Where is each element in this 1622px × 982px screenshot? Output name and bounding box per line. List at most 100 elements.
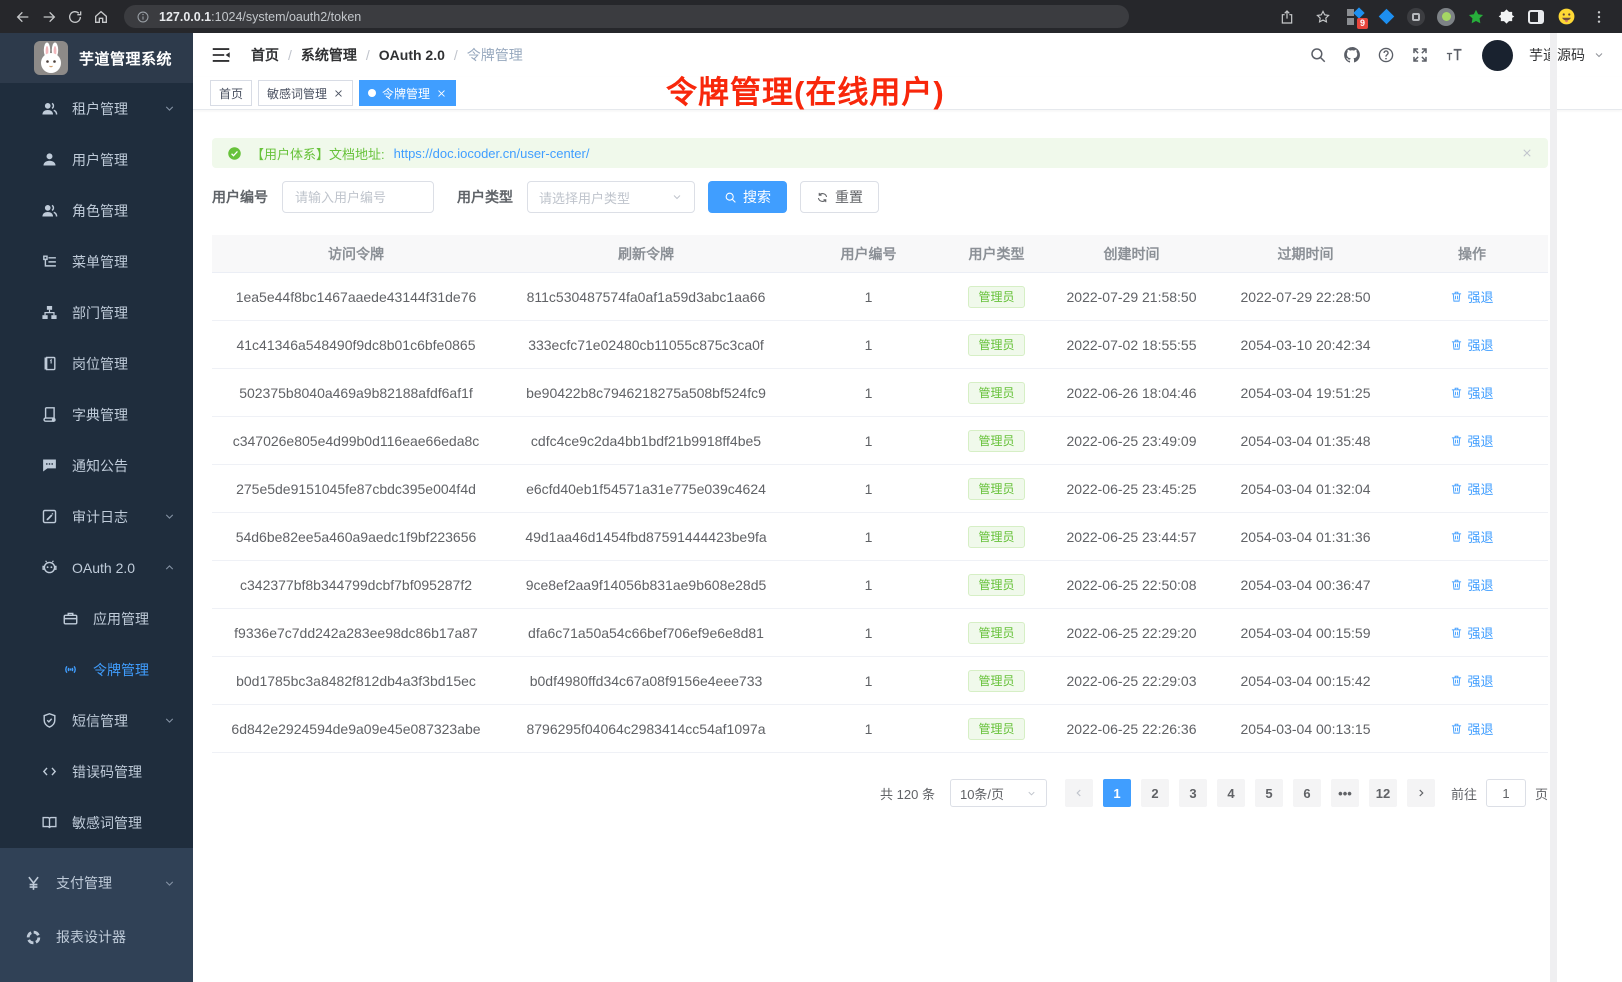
tab-敏感词管理[interactable]: 敏感词管理 xyxy=(258,80,353,106)
browser-reload-icon[interactable] xyxy=(62,5,88,29)
browser-home-icon[interactable] xyxy=(88,5,114,29)
user-menu-caret-icon[interactable] xyxy=(1593,49,1605,61)
github-icon[interactable] xyxy=(1338,42,1365,69)
sidebar-item-oauth2-application[interactable]: 应用管理 xyxy=(0,593,193,644)
help-icon[interactable] xyxy=(1372,42,1399,69)
page-button-2[interactable]: 2 xyxy=(1141,779,1169,807)
force-logout-label: 强退 xyxy=(1467,479,1493,498)
sidebar-item-post[interactable]: 岗位管理 xyxy=(0,338,193,389)
column-header: 用户编号 xyxy=(792,244,945,264)
force-logout-button[interactable]: 强退 xyxy=(1450,527,1493,546)
trash-icon xyxy=(1450,290,1463,303)
tab-首页[interactable]: 首页 xyxy=(210,80,252,106)
force-logout-button[interactable]: 强退 xyxy=(1450,383,1493,402)
chevron-up-icon xyxy=(163,561,176,574)
page-ellipsis-button[interactable]: ••• xyxy=(1331,779,1359,807)
breadcrumb-item[interactable]: 首页 xyxy=(251,45,279,65)
alert-close-icon[interactable] xyxy=(1521,147,1533,159)
sidebar-item-sensitive[interactable]: 敏感词管理 xyxy=(0,797,193,848)
expire-time-cell: 2054-03-04 01:32:04 xyxy=(1215,481,1396,497)
tab-close-icon xyxy=(333,88,344,99)
force-logout-button[interactable]: 强退 xyxy=(1450,719,1493,738)
extension-record-icon[interactable] xyxy=(1436,7,1456,27)
sidebar-item-label: 错误码管理 xyxy=(72,762,142,782)
tab-令牌管理[interactable]: 令牌管理 xyxy=(359,80,456,106)
sidebar-item-error-code[interactable]: 错误码管理 xyxy=(0,746,193,797)
sidebar-item-report[interactable]: 报表设计器 xyxy=(0,910,193,964)
sidebar-item-label: 支付管理 xyxy=(56,873,112,893)
force-logout-button[interactable]: 强退 xyxy=(1450,575,1493,594)
breadcrumb-item: 令牌管理 xyxy=(467,45,523,65)
page-button-1[interactable]: 1 xyxy=(1103,779,1131,807)
bookmark-star-icon[interactable] xyxy=(1310,5,1336,29)
user-type-cell: 管理员 xyxy=(945,670,1048,692)
user-name[interactable]: 芋道源码 xyxy=(1529,45,1585,65)
sidebar-item-user[interactable]: 用户管理 xyxy=(0,134,193,185)
goto-page-input[interactable] xyxy=(1486,779,1526,807)
refresh-token-cell: b0df4980ffd34c67a08f9156e4eee733 xyxy=(500,673,792,689)
table-row: c347026e805e4d99b0d116eae66eda8ccdfc4ce9… xyxy=(212,417,1548,465)
extension-green-star-icon[interactable] xyxy=(1466,7,1486,27)
prev-page-button[interactable] xyxy=(1065,779,1093,807)
browser-back-icon[interactable] xyxy=(10,5,36,29)
sidebar-item-role[interactable]: 角色管理 xyxy=(0,185,193,236)
app-title: 芋道管理系统 xyxy=(79,48,172,69)
reset-button[interactable]: 重置 xyxy=(800,181,879,213)
extension-grid-icon[interactable]: 9 xyxy=(1346,7,1366,27)
sidebar-item-notice[interactable]: 通知公告 xyxy=(0,440,193,491)
page-button-12[interactable]: 12 xyxy=(1369,779,1397,807)
user-avatar[interactable] xyxy=(1482,40,1513,71)
page-button-3[interactable]: 3 xyxy=(1179,779,1207,807)
browser-forward-icon[interactable] xyxy=(36,5,62,29)
share-icon[interactable] xyxy=(1274,5,1300,29)
sidebar-collapse-icon[interactable] xyxy=(210,44,232,66)
sidebar-item-audit-log[interactable]: 审计日志 xyxy=(0,491,193,542)
site-info-icon[interactable] xyxy=(136,10,150,24)
extension-dark-circle-icon[interactable] xyxy=(1406,7,1426,27)
force-logout-button[interactable]: 强退 xyxy=(1450,335,1493,354)
page-button-5[interactable]: 5 xyxy=(1255,779,1283,807)
sidebar-item-dict[interactable]: 字典管理 xyxy=(0,389,193,440)
font-size-icon[interactable] xyxy=(1440,42,1467,69)
sidebar-item-sms[interactable]: 短信管理 xyxy=(0,695,193,746)
extension-gem-icon[interactable] xyxy=(1376,7,1396,27)
address-bar[interactable]: 127.0.0.1:1024/system/oauth2/token xyxy=(124,5,1129,28)
page-button-4[interactable]: 4 xyxy=(1217,779,1245,807)
extension-emoji-icon[interactable] xyxy=(1556,7,1576,27)
search-button[interactable]: 搜索 xyxy=(708,181,787,213)
table-row: 6d842e2924594de9a09e45e087323abe8796295f… xyxy=(212,705,1548,753)
user-type-badge: 管理员 xyxy=(968,382,1024,404)
breadcrumb-item[interactable]: 系统管理 xyxy=(301,45,357,65)
extension-blob-icon[interactable] xyxy=(1496,7,1516,27)
side-panel-icon[interactable] xyxy=(1526,7,1546,27)
user-type-select[interactable]: 请选择用户类型 xyxy=(527,181,695,213)
sidebar-item-dept[interactable]: 部门管理 xyxy=(0,287,193,338)
header-search-icon[interactable] xyxy=(1304,42,1331,69)
force-logout-button[interactable]: 强退 xyxy=(1450,623,1493,642)
browser-menu-icon[interactable] xyxy=(1586,5,1612,29)
sidebar-item-tenant[interactable]: 租户管理 xyxy=(0,83,193,134)
sidebar-item-pay[interactable]: 支付管理 xyxy=(0,856,193,910)
app-logo[interactable]: 芋道管理系统 xyxy=(0,33,193,83)
page-button-6[interactable]: 6 xyxy=(1293,779,1321,807)
page-scrollbar[interactable] xyxy=(1550,33,1557,982)
sidebar-item-menu[interactable]: 菜单管理 xyxy=(0,236,193,287)
table-row: 54d6be82ee5a460a9aedc1f9bf22365649d1aa46… xyxy=(212,513,1548,561)
fullscreen-icon[interactable] xyxy=(1406,42,1433,69)
sidebar-item-label: 岗位管理 xyxy=(72,354,128,374)
force-logout-button[interactable]: 强退 xyxy=(1450,671,1493,690)
active-tab-dot xyxy=(368,89,376,97)
message-icon xyxy=(41,457,58,474)
user-id-cell: 1 xyxy=(792,433,945,449)
force-logout-button[interactable]: 强退 xyxy=(1450,287,1493,306)
breadcrumb-item[interactable]: OAuth 2.0 xyxy=(379,47,445,63)
sidebar-item-oauth2[interactable]: OAuth 2.0 xyxy=(0,542,193,593)
force-logout-button[interactable]: 强退 xyxy=(1450,431,1493,450)
doc-link[interactable]: https://doc.iocoder.cn/user-center/ xyxy=(394,146,590,161)
sidebar-item-oauth2-token[interactable]: 令牌管理 xyxy=(0,644,193,695)
user-id-input[interactable] xyxy=(282,181,434,213)
next-page-button[interactable] xyxy=(1407,779,1435,807)
user-id-cell: 1 xyxy=(792,625,945,641)
force-logout-button[interactable]: 强退 xyxy=(1450,479,1493,498)
page-size-select[interactable]: 10条/页 xyxy=(950,779,1047,807)
